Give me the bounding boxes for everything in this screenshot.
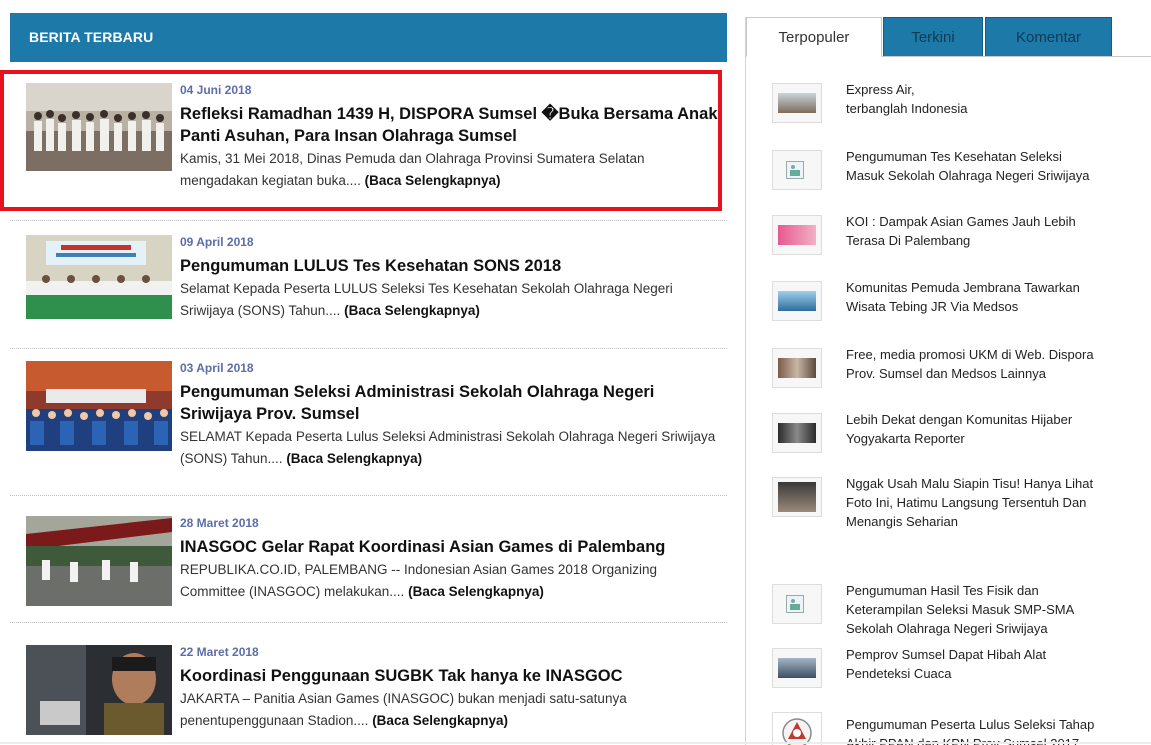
news-excerpt: REPUBLIKA.CO.ID, PALEMBANG -- Indonesian… (180, 559, 723, 603)
news-item[interactable]: 22 Maret 2018 Koordinasi Penggunaan SUGB… (10, 623, 727, 745)
news-item[interactable]: 28 Maret 2018 INASGOC Gelar Rapat Koordi… (10, 496, 727, 623)
news-excerpt: Selamat Kepada Peserta LULUS Seleksi Tes… (180, 278, 723, 322)
popular-title-line: Terasa Di Palembang (846, 233, 971, 248)
news-title[interactable]: Pengumuman Seleksi Administrasi Sekolah … (180, 381, 723, 425)
popular-thumbnail[interactable] (772, 348, 822, 388)
popular-title-line: Pengumuman Peserta Lulus Seleksi Tahap (846, 717, 1095, 732)
news-date: 04 Juni 2018 (180, 83, 252, 97)
read-more-link[interactable]: (Baca Selengkapnya) (372, 713, 508, 728)
news-photo-image (26, 235, 172, 319)
popular-title[interactable]: KOI : Dampak Asian Games Jauh Lebih Tera… (846, 212, 1146, 250)
popular-title-line: Sekolah Olahraga Negeri Sriwijaya (846, 621, 1048, 636)
popular-title-line: Foto Ini, Hatimu Langsung Tersentuh Dan (846, 495, 1087, 510)
popular-thumbnail[interactable] (772, 584, 822, 624)
popular-thumbnail[interactable] (772, 712, 822, 745)
news-photo-image (26, 83, 172, 171)
news-title[interactable]: Koordinasi Penggunaan SUGBK Tak hanya ke… (180, 665, 723, 687)
news-excerpt: SELAMAT Kepada Peserta Lulus Seleksi Adm… (180, 426, 723, 470)
photo-image (778, 358, 816, 378)
news-date: 09 April 2018 (180, 235, 254, 249)
read-more-link[interactable]: (Baca Selengkapnya) (286, 451, 422, 466)
news-item[interactable]: 03 April 2018 Pengumuman Seleksi Adminis… (10, 349, 727, 496)
popular-panel: Terpopuler Terkini Komentar Express Air,… (745, 17, 1151, 745)
popular-title[interactable]: Pengumuman Tes Kesehatan Seleksi Masuk S… (846, 147, 1146, 185)
news-date: 28 Maret 2018 (180, 516, 259, 530)
tab-terpopuler[interactable]: Terpopuler (746, 17, 882, 57)
popular-thumbnail[interactable] (772, 150, 822, 190)
popular-title[interactable]: Lebih Dekat dengan Komunitas Hijaber Yog… (846, 410, 1146, 448)
popular-title-line: Yogyakarta Reporter (846, 431, 965, 446)
photo-image (778, 93, 816, 113)
tab-terkini[interactable]: Terkini (883, 17, 983, 57)
news-photo-image (26, 645, 172, 735)
popular-title-line: Prov. Sumsel dan Medsos Lainnya (846, 366, 1046, 381)
news-title[interactable]: Refleksi Ramadhan 1439 H, DISPORA Sumsel… (180, 103, 723, 147)
popular-title[interactable]: Nggak Usah Malu Siapin Tisu! Hanya Lihat… (846, 474, 1146, 531)
news-title[interactable]: Pengumuman LULUS Tes Kesehatan SONS 2018 (180, 255, 723, 277)
popular-thumbnail[interactable] (772, 83, 822, 123)
popular-title[interactable]: Pemprov Sumsel Dapat Hibah Alat Pendetek… (846, 645, 1146, 683)
broken-image-icon (786, 595, 804, 613)
news-thumbnail[interactable] (26, 361, 172, 451)
popular-title-line: Pendeteksi Cuaca (846, 666, 952, 681)
popular-title-line: Pengumuman Hasil Tes Fisik dan (846, 583, 1039, 598)
popular-title[interactable]: Pengumuman Hasil Tes Fisik dan Keterampi… (846, 581, 1146, 638)
broken-image-icon (786, 161, 804, 179)
popular-thumbnail[interactable] (772, 413, 822, 453)
news-excerpt: JAKARTA – Panitia Asian Games (INASGOC) … (180, 688, 723, 732)
popular-thumbnail[interactable] (772, 477, 822, 517)
news-date: 03 April 2018 (180, 361, 254, 375)
photo-image (778, 423, 816, 443)
news-list: 04 Juni 2018 Refleksi Ramadhan 1439 H, D… (10, 71, 727, 745)
bottom-divider (0, 742, 1151, 744)
popular-title-line: Nggak Usah Malu Siapin Tisu! Hanya Lihat (846, 476, 1094, 491)
tab-bar: Terpopuler Terkini Komentar (746, 17, 1151, 57)
seal-logo-icon (773, 713, 821, 745)
latest-news-header: BERITA TERBARU (10, 13, 727, 62)
popular-title-line: Express Air, (846, 82, 915, 97)
popular-title-line: Free, media promosi UKM di Web. Dispora (846, 347, 1094, 362)
latest-news-panel: BERITA TERBARU 04 Juni 2018 Refleksi Ram… (10, 13, 727, 745)
popular-thumbnail[interactable] (772, 648, 822, 688)
popular-title-line: Keterampilan Seleksi Masuk SMP-SMA (846, 602, 1075, 617)
news-item[interactable]: 04 Juni 2018 Refleksi Ramadhan 1439 H, D… (10, 71, 727, 221)
popular-title-line: Komunitas Pemuda Jembrana Tawarkan (846, 280, 1080, 295)
news-thumbnail[interactable] (26, 645, 172, 735)
popular-thumbnail[interactable] (772, 215, 822, 255)
news-thumbnail[interactable] (26, 235, 172, 319)
photo-image (778, 225, 816, 245)
popular-title-line: Lebih Dekat dengan Komunitas Hijaber (846, 412, 1073, 427)
popular-title[interactable]: Komunitas Pemuda Jembrana Tawarkan Wisat… (846, 278, 1146, 316)
photo-image (778, 291, 816, 311)
popular-title-line: Masuk Sekolah Olahraga Negeri Sriwijaya (846, 168, 1090, 183)
popular-thumbnail[interactable] (772, 281, 822, 321)
news-excerpt-text: SELAMAT Kepada Peserta Lulus Seleksi Adm… (180, 429, 716, 466)
photo-image (778, 658, 816, 678)
popular-title[interactable]: Pengumuman Peserta Lulus Seleksi Tahap A… (846, 715, 1146, 745)
popular-title-line: KOI : Dampak Asian Games Jauh Lebih (846, 214, 1076, 229)
popular-title-line: terbanglah Indonesia (846, 101, 968, 116)
photo-image (778, 482, 816, 512)
popular-title-line: Pengumuman Tes Kesehatan Seleksi (846, 149, 1062, 164)
news-thumbnail[interactable] (26, 516, 172, 606)
popular-title[interactable]: Express Air, terbanglah Indonesia (846, 80, 1146, 118)
news-photo-image (26, 361, 172, 451)
news-photo-image (26, 516, 172, 606)
popular-title[interactable]: Free, media promosi UKM di Web. Dispora … (846, 345, 1146, 383)
news-item[interactable]: 09 April 2018 Pengumuman LULUS Tes Keseh… (10, 221, 727, 349)
popular-title-line: Wisata Tebing JR Via Medsos (846, 299, 1019, 314)
news-excerpt: Kamis, 31 Mei 2018, Dinas Pemuda dan Ola… (180, 148, 723, 192)
read-more-link[interactable]: (Baca Selengkapnya) (365, 173, 501, 188)
tab-komentar[interactable]: Komentar (985, 17, 1112, 57)
read-more-link[interactable]: (Baca Selengkapnya) (344, 303, 480, 318)
news-date: 22 Maret 2018 (180, 645, 259, 659)
popular-title-line: Pemprov Sumsel Dapat Hibah Alat (846, 647, 1047, 662)
popular-title-line: Menangis Seharian (846, 514, 959, 529)
news-thumbnail[interactable] (26, 83, 172, 171)
news-title[interactable]: INASGOC Gelar Rapat Koordinasi Asian Gam… (180, 536, 723, 558)
read-more-link[interactable]: (Baca Selengkapnya) (408, 584, 544, 599)
